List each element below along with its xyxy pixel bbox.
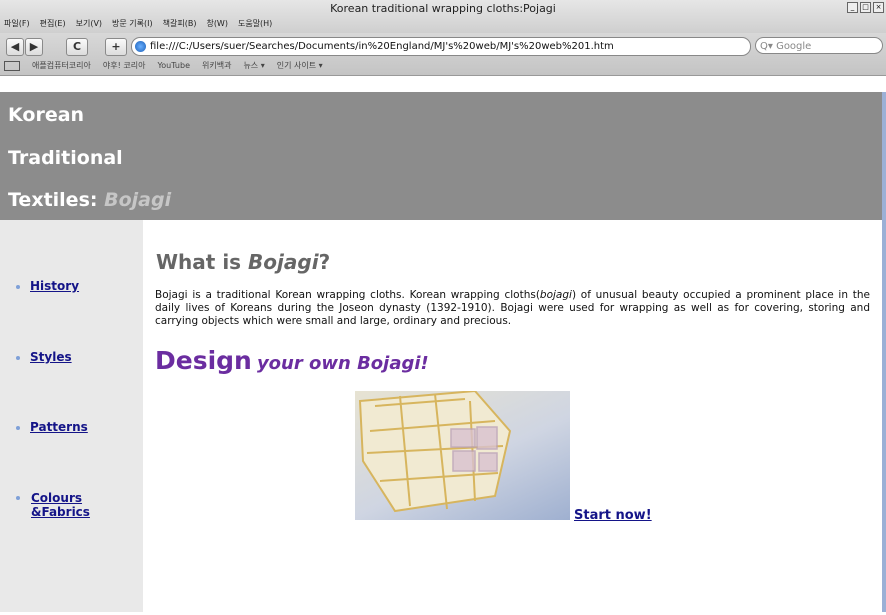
reload-button[interactable]: C [66, 38, 88, 56]
menu-bookmarks[interactable]: 책갈피(B) [163, 18, 197, 29]
bullet-icon [16, 496, 20, 500]
bojagi-cloth-illustration [358, 391, 512, 513]
sidebar-item-patterns: Patterns [16, 420, 88, 434]
sidebar-item-colours-fabrics: Colours &Fabrics [16, 491, 126, 519]
back-button[interactable]: ◀ [6, 38, 24, 56]
bullet-icon [16, 425, 20, 430]
menu-edit[interactable]: 편집(E) [40, 18, 66, 29]
header-line-2: Traditional [8, 147, 123, 169]
intro-text-pre: Bojagi is a traditional Korean wrapping … [155, 289, 540, 301]
search-field[interactable]: Q▾ Google [755, 37, 883, 54]
start-now-link[interactable]: Start now! [574, 508, 652, 523]
menu-view[interactable]: 보기(V) [76, 18, 102, 29]
page-heading: What is Bojagi? [156, 250, 330, 274]
heading-prefix: What is [156, 250, 242, 274]
header-emphasis: Bojagi [104, 189, 172, 211]
bullet-icon [16, 355, 20, 360]
main-content: What is Bojagi? Bojagi is a traditional … [143, 220, 882, 612]
design-small-text: your own Bojagi! [256, 353, 429, 374]
window-titlebar: Korean traditional wrapping cloths:Pojag… [0, 0, 886, 34]
book-icon[interactable] [4, 60, 20, 71]
bojagi-photo[interactable] [355, 391, 570, 520]
colours-fabrics-link[interactable]: Colours &Fabrics [31, 491, 126, 519]
sidebar-nav: History Styles Patterns Colours &Fabrics [0, 220, 143, 612]
heading-emphasis: Bojagi [248, 250, 319, 274]
scrollbar[interactable] [882, 92, 886, 612]
add-bookmark-button[interactable]: + [105, 38, 127, 56]
header-line-1: Korean [8, 104, 85, 126]
design-big-text: Design [155, 346, 252, 375]
menu-file[interactable]: 파일(F) [4, 18, 30, 29]
patterns-link[interactable]: Patterns [30, 420, 88, 434]
bookmark-yahoo-korea[interactable]: 야후! 코리아 [103, 60, 146, 71]
window-title: Korean traditional wrapping cloths:Pojag… [330, 2, 556, 15]
history-link[interactable]: History [30, 279, 79, 293]
minimize-icon[interactable]: _ [847, 2, 858, 13]
design-heading: Design your own Bojagi! [155, 346, 429, 375]
browser-toolbar: ◀ ▶ C + file:///C:/Users/suer/Searches/D… [0, 33, 886, 76]
bullet-icon [16, 284, 20, 289]
heading-suffix: ? [318, 250, 331, 274]
forward-button[interactable]: ▶ [25, 38, 43, 56]
styles-link[interactable]: Styles [30, 350, 72, 364]
sidebar-item-history: History [16, 279, 79, 293]
bookmark-apple-korea[interactable]: 애플컴퓨터코리아 [32, 60, 91, 71]
close-icon[interactable]: × [873, 2, 884, 13]
address-bar[interactable]: file:///C:/Users/suer/Searches/Documents… [131, 37, 751, 56]
menu-history[interactable]: 방문 기록(I) [112, 18, 153, 29]
menu-help[interactable]: 도움말(H) [238, 18, 272, 29]
window-controls: _ □ × [847, 2, 884, 13]
bookmark-popular[interactable]: 인기 사이트 ▾ [277, 60, 323, 71]
intro-paragraph: Bojagi is a traditional Korean wrapping … [155, 289, 870, 328]
header-line-3: Textiles: Bojagi [8, 189, 171, 211]
page-header: Korean Traditional Textiles: Bojagi [0, 92, 882, 220]
url-text: file:///C:/Users/suer/Searches/Documents… [150, 41, 614, 52]
header-prefix: Textiles: [8, 189, 98, 211]
bookmark-youtube[interactable]: YouTube [157, 61, 190, 70]
sidebar-item-styles: Styles [16, 350, 72, 364]
globe-icon [135, 40, 146, 52]
menu-window[interactable]: 창(W) [206, 18, 228, 29]
intro-text-em: bojagi [539, 289, 572, 301]
bookmark-wikipedia[interactable]: 위키백과 [202, 60, 231, 71]
menu-bar: 파일(F) 편집(E) 보기(V) 방문 기록(I) 책갈피(B) 창(W) 도… [4, 18, 272, 29]
bookmark-news[interactable]: 뉴스 ▾ [243, 60, 264, 71]
maximize-icon[interactable]: □ [860, 2, 871, 13]
bookmarks-bar: 애플컴퓨터코리아 야후! 코리아 YouTube 위키백과 뉴스 ▾ 인기 사이… [4, 60, 323, 71]
